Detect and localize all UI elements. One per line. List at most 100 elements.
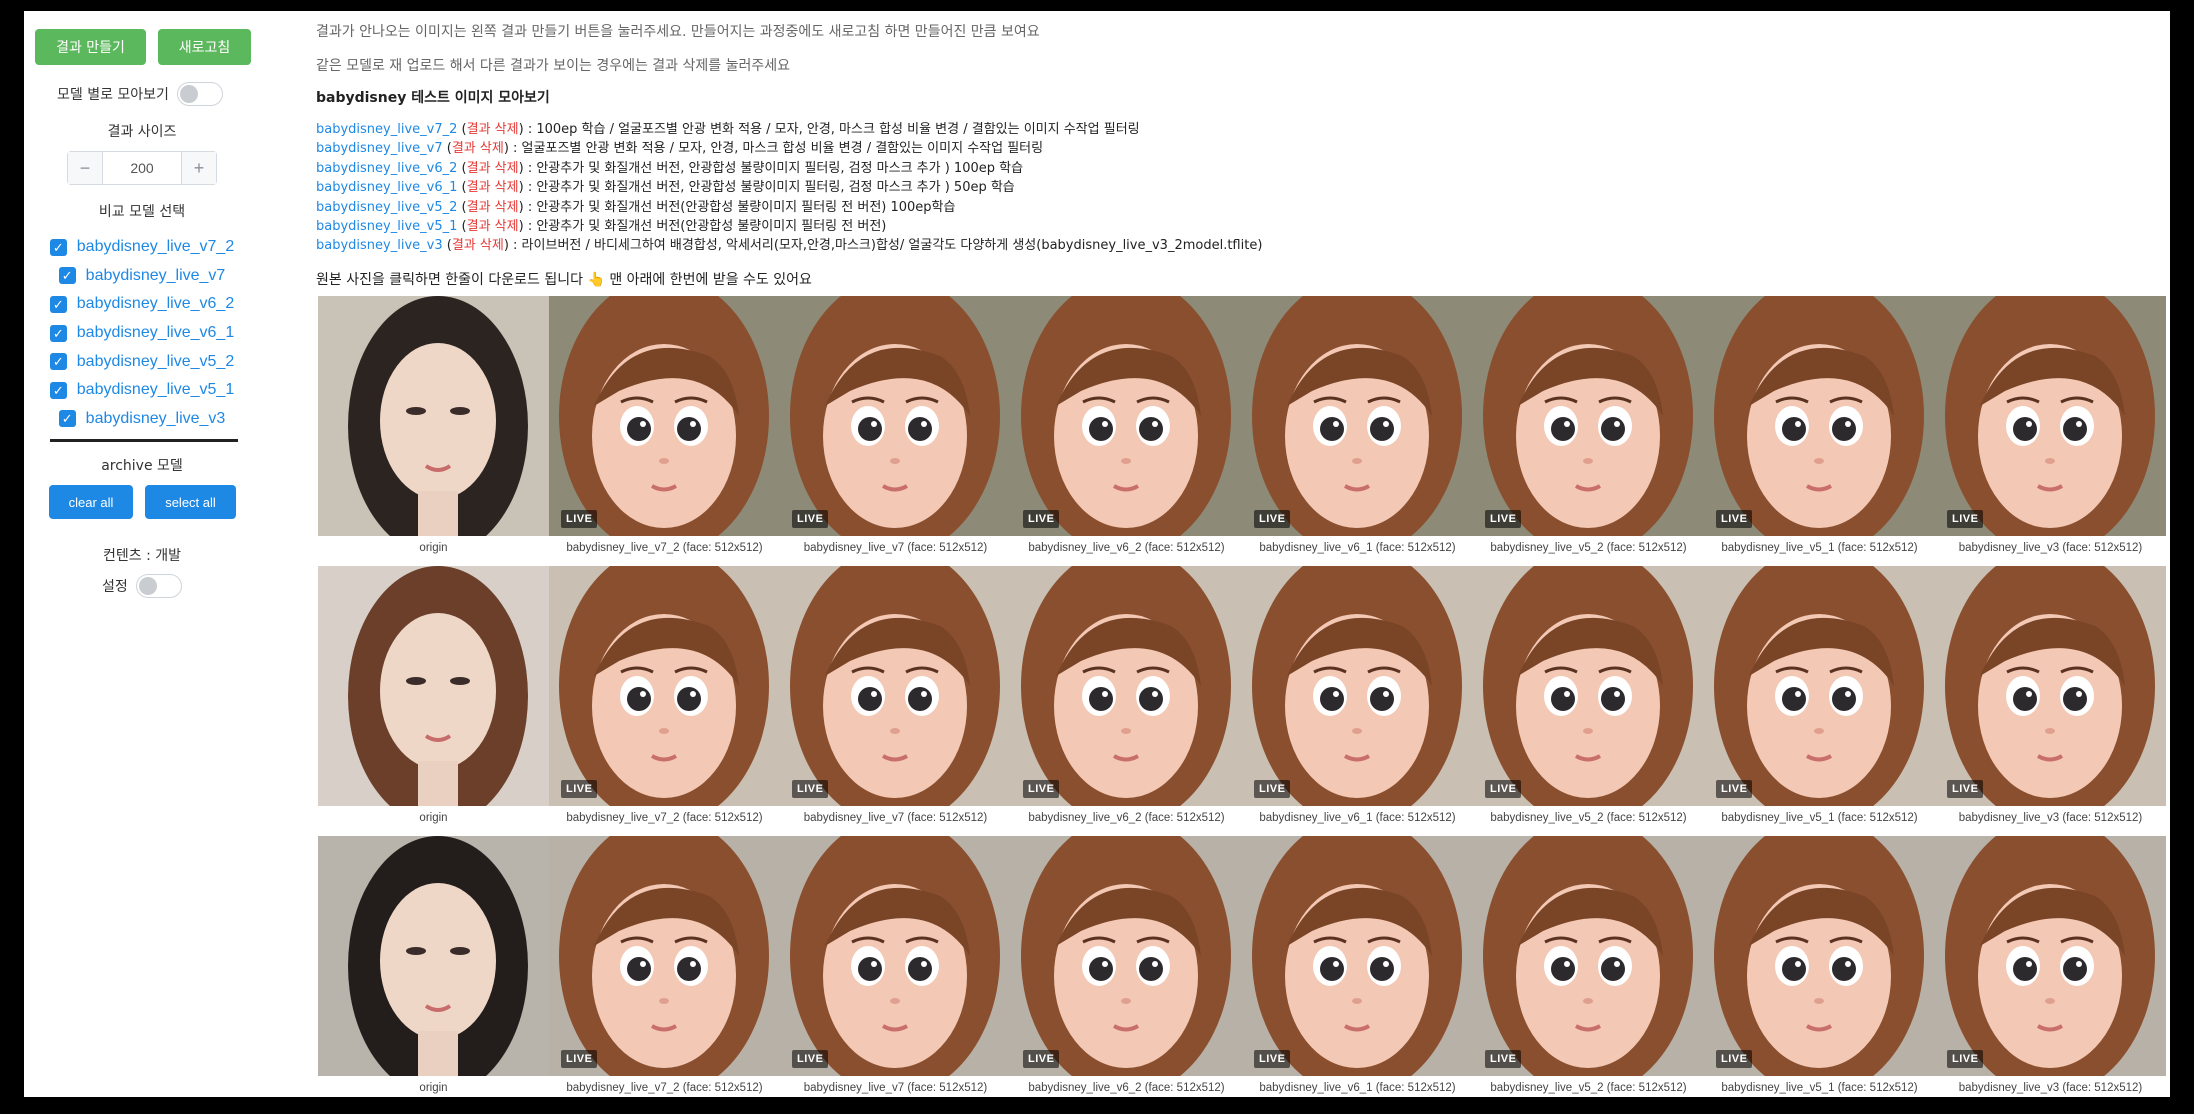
cartoon-face-image <box>1935 566 2166 806</box>
model-description-text: : 안광추가 및 화질개선 버전(안광합성 불량이미지 필터링 전 버전) 10… <box>527 199 956 215</box>
cartoon-result-image: LIVE <box>1704 836 1935 1076</box>
model-checkbox-label[interactable]: babydisney_live_v7_2 <box>77 238 234 256</box>
model-link[interactable]: babydisney_live_v5_1 <box>316 219 457 234</box>
model-checkbox-label[interactable]: babydisney_live_v5_1 <box>77 381 234 399</box>
live-badge: LIVE <box>1023 1050 1060 1068</box>
group-by-model-toggle[interactable] <box>176 82 223 106</box>
live-badge: LIVE <box>561 510 598 528</box>
cartoon-result-image: LIVE <box>780 836 1011 1076</box>
cartoon-result-image: LIVE <box>1011 566 1242 806</box>
model-checkbox-item[interactable]: ✓ babydisney_live_v7_2 <box>24 233 260 262</box>
result-cell: LIVE babydisney_live_v5_1 (face: 512x512) <box>1704 296 1935 566</box>
refresh-button[interactable]: 새로고침 <box>158 29 251 65</box>
image-caption: babydisney_live_v6_2 (face: 512x512) <box>1028 812 1225 824</box>
model-link[interactable]: babydisney_live_v6_1 <box>316 180 457 195</box>
cartoon-result-image: LIVE <box>1242 566 1473 806</box>
model-checkbox-label[interactable]: babydisney_live_v5_2 <box>77 353 234 371</box>
cartoon-result-image: LIVE <box>1704 566 1935 806</box>
size-increment-button[interactable]: + <box>181 152 216 184</box>
origin-photo[interactable] <box>318 836 549 1076</box>
image-caption: babydisney_live_v6_1 (face: 512x512) <box>1259 812 1456 824</box>
model-description-text: : 얼굴포즈별 안광 변화 적용 / 모자, 안경, 마스크 합성 비율 변경 … <box>513 141 1044 157</box>
size-input[interactable] <box>103 152 181 184</box>
model-link[interactable]: babydisney_live_v6_2 <box>316 161 457 176</box>
sidebar: 결과 만들기 새로고침 모델 별로 모아보기 결과 사이즈 − + 비교 모델 … <box>24 11 279 1097</box>
model-description-text: : 100ep 학습 / 얼굴포즈별 안광 변화 적용 / 모자, 안경, 마스… <box>527 122 1140 137</box>
model-description: babydisney_live_v5_2 (결과 삭제) : 안광추가 및 화질… <box>316 199 956 215</box>
model-link[interactable]: babydisney_live_v5_2 <box>316 200 457 215</box>
checkbox-checked-icon[interactable]: ✓ <box>49 295 67 313</box>
size-decrement-button[interactable]: − <box>68 152 103 184</box>
image-caption: origin <box>419 812 448 824</box>
checkbox-checked-icon[interactable]: ✓ <box>49 324 67 342</box>
cartoon-result-image: LIVE <box>1935 296 2166 536</box>
model-link[interactable]: babydisney_live_v3 <box>316 238 443 253</box>
live-badge: LIVE <box>1254 510 1291 528</box>
model-checkbox-label[interactable]: babydisney_live_v7 <box>86 267 226 285</box>
cartoon-result-image: LIVE <box>1011 836 1242 1076</box>
result-cell: LIVE babydisney_live_v7 (face: 512x512) <box>780 296 1011 566</box>
model-link[interactable]: babydisney_live_v7_2 <box>316 122 457 137</box>
model-checkbox-label[interactable]: babydisney_live_v3 <box>86 410 226 428</box>
image-caption: babydisney_live_v7_2 (face: 512x512) <box>566 542 763 554</box>
result-row: origin LIVEbabydisney_live_v7_2 (face: <box>318 296 2168 566</box>
cartoon-result-image: LIVE <box>1242 836 1473 1076</box>
model-description: babydisney_live_v5_1 (결과 삭제) : 안광추가 및 화질… <box>316 218 887 234</box>
cartoon-result-image: LIVE <box>1242 296 1473 536</box>
checkbox-checked-icon[interactable]: ✓ <box>58 267 76 285</box>
checkbox-checked-icon[interactable]: ✓ <box>49 238 67 256</box>
cartoon-face-image <box>1473 296 1704 536</box>
result-cell: LIVE babydisney_live_v5_1 (face: 512x512) <box>1704 566 1935 836</box>
checkbox-checked-icon[interactable]: ✓ <box>49 381 67 399</box>
page-title: babydisney 테스트 이미지 모아보기 <box>316 90 550 106</box>
origin-photo[interactable] <box>318 566 549 806</box>
model-checkbox-label[interactable]: babydisney_live_v6_1 <box>77 324 234 342</box>
delete-results-link[interactable]: 결과 삭제 <box>467 200 519 215</box>
model-checkbox-item[interactable]: ✓ babydisney_live_v5_1 <box>24 376 260 405</box>
origin-photo[interactable] <box>318 296 549 536</box>
cartoon-face-image <box>1242 296 1473 536</box>
model-checkbox-list: ✓ babydisney_live_v7_2 ✓ babydisney_live… <box>24 233 260 433</box>
live-badge: LIVE <box>792 780 829 798</box>
archive-models-label: archive 모델 <box>101 458 183 474</box>
select-all-button[interactable]: select all <box>145 485 236 519</box>
result-cell: LIVE babydisney_live_v3 (face: 512x512) <box>1935 296 2166 566</box>
delete-results-link[interactable]: 결과 삭제 <box>467 161 519 176</box>
model-checkbox-label[interactable]: babydisney_live_v6_2 <box>77 295 234 313</box>
model-checkbox-item[interactable]: ✓ babydisney_live_v7 <box>24 262 260 291</box>
delete-results-link[interactable]: 결과 삭제 <box>467 122 519 137</box>
delete-results-link[interactable]: 결과 삭제 <box>467 180 519 195</box>
cartoon-result-image: LIVE <box>549 566 780 806</box>
model-description-text: : 안광추가 및 화질개선 버전(안광합성 불량이미지 필터링 전 버전) <box>527 218 887 234</box>
result-size-stepper: − + <box>67 151 217 185</box>
result-size-label: 결과 사이즈 <box>107 124 177 140</box>
live-badge: LIVE <box>561 780 598 798</box>
clear-all-button[interactable]: clear all <box>49 485 133 519</box>
result-cell: LIVE babydisney_live_v6_1 (face: 512x512) <box>1242 566 1473 836</box>
cartoon-face-image <box>1704 836 1935 1076</box>
result-cell: LIVE babydisney_live_v7 (face: 512x512) <box>780 566 1011 836</box>
model-description: babydisney_live_v6_2 (결과 삭제) : 안광추가 및 화질… <box>316 160 1024 176</box>
result-cell: LIVE babydisney_live_v6_2 (face: 512x512) <box>1011 836 1242 1097</box>
model-checkbox-item[interactable]: ✓ babydisney_live_v5_2 <box>24 347 260 376</box>
result-cell: LIVE babydisney_live_v3 (face: 512x512) <box>1935 566 2166 836</box>
cartoon-face-image <box>1935 296 2166 536</box>
model-checkbox-item[interactable]: ✓ babydisney_live_v3 <box>24 405 260 434</box>
image-caption: babydisney_live_v7 (face: 512x512) <box>803 542 988 554</box>
make-results-button[interactable]: 결과 만들기 <box>35 29 146 65</box>
model-checkbox-item[interactable]: ✓ babydisney_live_v6_2 <box>24 290 260 319</box>
download-note-text: 원본 사진을 클릭하면 한줄이 다운로드 됩니다 <box>316 272 583 288</box>
model-link[interactable]: babydisney_live_v7 <box>316 141 443 156</box>
checkbox-checked-icon[interactable]: ✓ <box>49 353 67 371</box>
notice-delete-results: 같은 모델로 재 업로드 해서 다른 결과가 보이는 경우에는 결과 삭제를 눌… <box>316 58 790 74</box>
delete-results-link[interactable]: 결과 삭제 <box>452 141 504 156</box>
checkbox-checked-icon[interactable]: ✓ <box>58 410 76 428</box>
live-badge: LIVE <box>561 1050 598 1068</box>
cartoon-result-image: LIVE <box>780 296 1011 536</box>
origin-face-image <box>318 566 549 806</box>
settings-toggle[interactable] <box>135 574 182 598</box>
delete-results-link[interactable]: 결과 삭제 <box>467 219 519 234</box>
delete-results-link[interactable]: 결과 삭제 <box>452 238 504 253</box>
cartoon-result-image: LIVE <box>1704 296 1935 536</box>
model-checkbox-item[interactable]: ✓ babydisney_live_v6_1 <box>24 319 260 348</box>
